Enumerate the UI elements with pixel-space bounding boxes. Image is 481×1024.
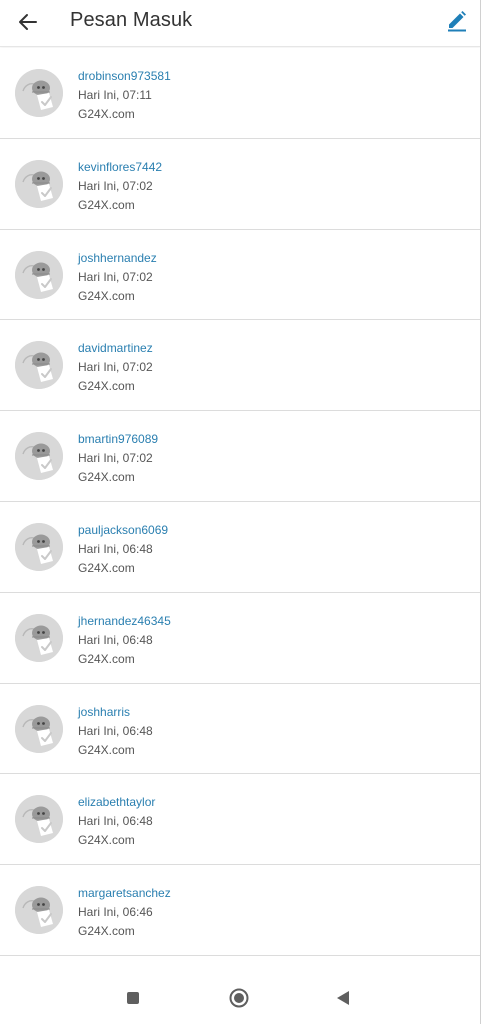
message-row[interactable]: elizabethtaylor Hari Ini, 06:48 G24X.com (0, 774, 481, 866)
message-row[interactable]: jhernandez46345 Hari Ini, 06:48 G24X.com (0, 592, 481, 684)
message-site: G24X.com (78, 379, 135, 394)
message-sender: davidmartinez (78, 341, 153, 356)
system-nav-bar (0, 972, 481, 1024)
message-time: Hari Ini, 06:48 (78, 541, 153, 556)
triangle-back-icon (337, 991, 349, 1005)
avatar-icon (15, 613, 63, 662)
circle-home-icon (229, 988, 249, 1008)
message-time: Hari Ini, 07:02 (78, 269, 153, 284)
message-row[interactable]: joshharris Hari Ini, 06:48 G24X.com (0, 683, 481, 775)
message-sender: joshharris (78, 704, 131, 719)
message-site: G24X.com (78, 742, 135, 757)
message-sender: elizabethtaylor (78, 795, 156, 810)
message-row[interactable]: davidmartinez Hari Ini, 07:02 G24X.com (0, 320, 481, 412)
message-time: Hari Ini, 06:48 (78, 632, 153, 647)
message-time: Hari Ini, 07:02 (78, 451, 153, 466)
message-sender: joshhernandez (78, 250, 157, 265)
message-time: Hari Ini, 06:48 (78, 814, 153, 829)
arrow-left-icon (19, 14, 37, 30)
recent-apps-button[interactable] (121, 986, 145, 1010)
message-sender: drobinson973581 (78, 69, 171, 83)
message-time: Hari Ini, 06:46 (78, 905, 153, 920)
message-time: Hari Ini, 07:02 (78, 360, 153, 375)
message-sender: kevinflores7442 (78, 159, 163, 174)
message-row[interactable]: margaretsanchez Hari Ini, 06:46 G24X.com (0, 865, 481, 956)
message-site: G24X.com (78, 470, 135, 485)
page-title: Pesan Masuk (70, 9, 193, 31)
message-row[interactable]: kevinflores7442 Hari Ini, 07:02 G24X.com (0, 138, 481, 230)
message-time: Hari Ini, 06:48 (78, 723, 153, 738)
message-site: G24X.com (78, 651, 135, 666)
message-sender: jhernandez46345 (78, 613, 171, 628)
avatar-icon (15, 341, 63, 390)
message-list: drobinson973581 Hari Ini, 07:11 G24X.com… (0, 48, 481, 956)
message-sender: pauljackson6069 (78, 522, 169, 537)
message-row[interactable]: pauljackson6069 Hari Ini, 06:48 G24X.com (0, 501, 481, 593)
avatar-icon (15, 250, 63, 299)
message-site: G24X.com (78, 560, 135, 575)
avatar-icon (15, 159, 63, 208)
avatar-icon (15, 69, 63, 117)
avatar-icon (15, 432, 63, 481)
message-sender: bmartin976089 (78, 432, 159, 447)
square-icon (127, 992, 139, 1004)
message-site: G24X.com (78, 197, 135, 212)
avatar-icon (15, 704, 63, 753)
system-back-button[interactable] (331, 986, 355, 1010)
message-site: G24X.com (78, 288, 135, 303)
message-time: Hari Ini, 07:02 (78, 178, 153, 193)
pencil-icon (448, 11, 466, 32)
app-bar: Pesan Masuk (0, 0, 481, 47)
avatar-icon (15, 522, 63, 571)
message-site: G24X.com (78, 924, 135, 939)
compose-button[interactable] (443, 7, 471, 35)
message-site: G24X.com (78, 107, 135, 121)
avatar-icon (15, 886, 63, 935)
avatar-icon (15, 795, 63, 844)
message-row[interactable]: drobinson973581 Hari Ini, 07:11 G24X.com (0, 48, 481, 139)
message-row[interactable]: bmartin976089 Hari Ini, 07:02 G24X.com (0, 411, 481, 502)
message-site: G24X.com (78, 833, 135, 848)
back-button[interactable] (14, 8, 42, 36)
message-sender: margaretsanchez (78, 886, 171, 901)
home-button[interactable] (227, 986, 251, 1010)
message-time: Hari Ini, 07:11 (78, 88, 152, 102)
message-row[interactable]: joshhernandez Hari Ini, 07:02 G24X.com (0, 229, 481, 321)
